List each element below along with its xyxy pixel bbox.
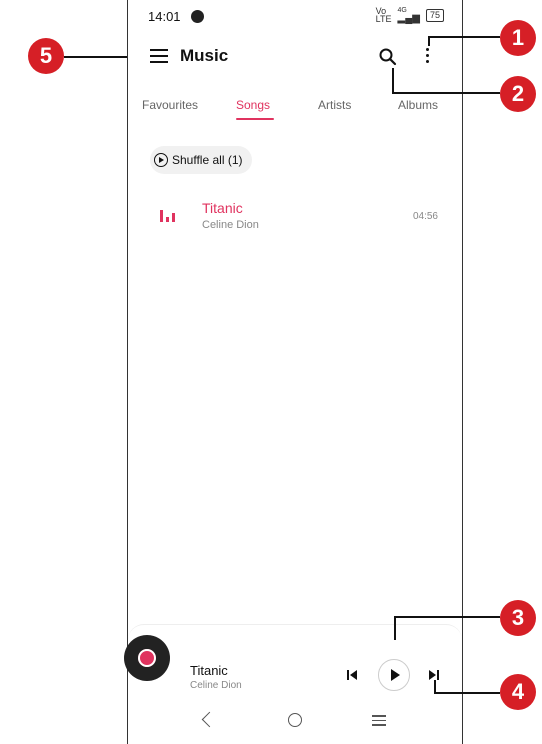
tab-songs[interactable]: Songs — [236, 98, 270, 112]
callout-5: 5 — [28, 38, 64, 74]
callout-1: 1 — [500, 20, 536, 56]
status-time: 14:01 — [148, 9, 181, 24]
mini-player-artist: Celine Dion — [190, 680, 242, 691]
callout-2-leader-v — [392, 68, 394, 92]
system-nav-bar — [128, 704, 462, 744]
album-disc-icon — [124, 635, 170, 681]
volte-bottom: LTE — [375, 14, 392, 24]
signal-icon: 4G ▂▄▆ — [397, 7, 420, 24]
search-icon[interactable] — [378, 47, 398, 67]
callout-3-leader-h — [394, 616, 500, 618]
callout-2: 2 — [500, 76, 536, 112]
signal-bars-icon: ▂▄▆ — [397, 13, 420, 24]
battery-icon: 75 — [425, 8, 444, 22]
shuffle-all-button[interactable]: Shuffle all (1) — [150, 146, 253, 174]
status-bar: 14:01 Vo LTE 4G ▂▄▆ 75 — [128, 0, 462, 34]
callout-4-leader-v — [434, 680, 436, 692]
callout-2-leader-h — [392, 92, 500, 94]
list-item[interactable]: Titanic Celine Dion 04:56 — [128, 196, 462, 240]
active-tab-indicator — [236, 118, 274, 120]
volte-indicator: Vo LTE — [375, 7, 392, 24]
tab-albums[interactable]: Albums — [398, 98, 438, 112]
callout-4-leader-h — [434, 692, 500, 694]
play-circle-icon — [154, 153, 168, 167]
app-bar: Music — [128, 34, 462, 80]
callout-3-leader-v — [394, 616, 396, 640]
menu-icon[interactable] — [150, 49, 168, 63]
play-button[interactable] — [378, 659, 410, 691]
song-artist: Celine Dion — [202, 219, 259, 231]
shuffle-all-label: Shuffle all (1) — [172, 153, 243, 167]
tab-artists[interactable]: Artists — [318, 98, 351, 112]
callout-4: 4 — [500, 674, 536, 710]
phone-screen: 14:01 Vo LTE 4G ▂▄▆ 75 Music Favourites … — [124, 0, 463, 744]
song-duration: 04:56 — [412, 211, 438, 222]
callout-1-leader-v — [428, 36, 430, 46]
callout-3: 3 — [500, 600, 536, 636]
home-icon[interactable] — [288, 713, 302, 727]
more-options-icon[interactable] — [424, 48, 430, 66]
callout-1-leader-h — [428, 36, 500, 38]
mini-player[interactable]: Titanic Celine Dion — [124, 624, 462, 695]
back-icon[interactable] — [201, 711, 218, 728]
now-playing-icon — [160, 210, 178, 222]
previous-track-icon[interactable] — [346, 669, 358, 681]
song-title: Titanic — [202, 200, 243, 216]
status-icons: Vo LTE 4G ▂▄▆ 75 — [375, 7, 444, 24]
mini-player-title: Titanic — [190, 663, 228, 678]
page-title: Music — [180, 46, 229, 65]
notification-icon — [191, 10, 204, 23]
tab-favourites[interactable]: Favourites — [142, 98, 198, 112]
recents-icon[interactable] — [372, 715, 386, 729]
tab-bar: Favourites Songs Artists Albums — [128, 92, 462, 126]
